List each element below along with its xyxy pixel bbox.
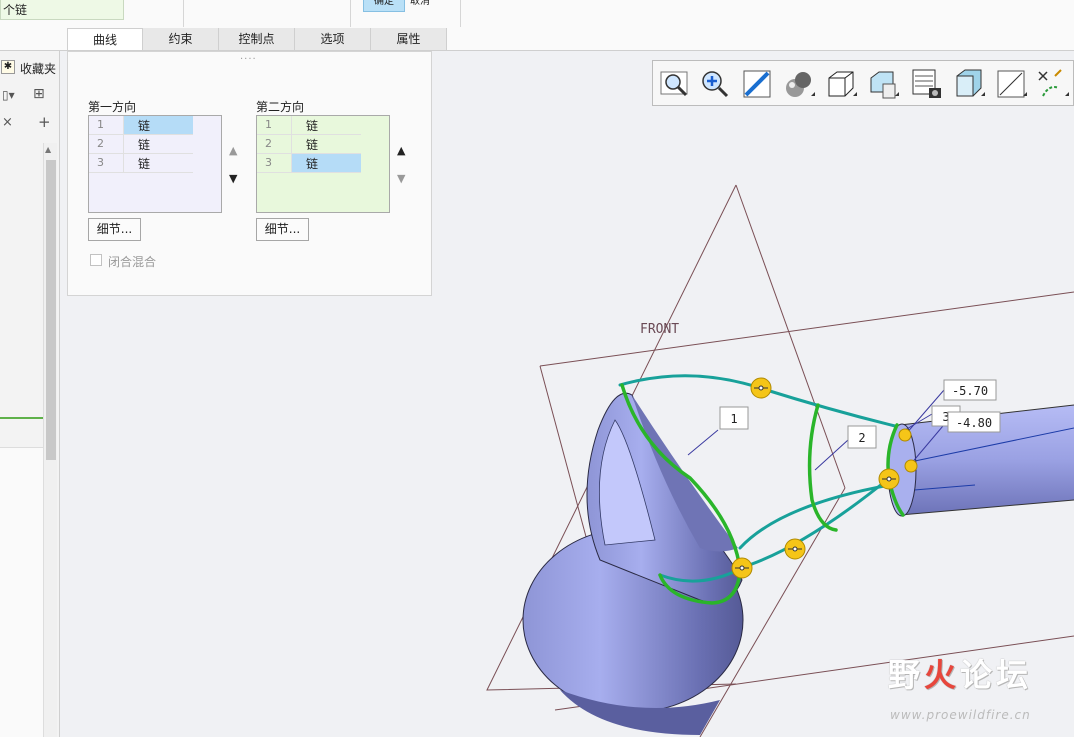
chain-dir2-bottom[interactable]	[738, 478, 889, 570]
handle-middle[interactable]	[878, 468, 900, 490]
watermark-title: 野火论坛	[888, 656, 1033, 694]
list-item[interactable]: 3 链	[89, 154, 193, 173]
svg-text:1: 1	[730, 412, 737, 426]
tab-options[interactable]: 选项	[295, 28, 371, 50]
tree-scrollbar[interactable]: ▲	[43, 143, 57, 737]
ribbon-bar: 个链 确定 取消 曲线 约束 控制点 选项 属性	[0, 0, 1074, 51]
first-direction-label: 第一方向	[88, 100, 137, 114]
chain-value: 链	[291, 154, 361, 172]
second-direction-label: 第二方向	[256, 100, 305, 114]
close-blend-checkbox[interactable]	[90, 254, 102, 266]
chain-value: 链	[123, 154, 193, 172]
close-blend-label: 闭合混合	[108, 255, 157, 269]
watermark-url: www.proewildfire.cn	[890, 708, 1031, 722]
forum-watermark: 野火论坛 www.proewildfire.cn	[885, 650, 1065, 730]
view-manager-icon[interactable]	[909, 66, 945, 102]
curves-panel: ···· 第一方向 第二方向 1 链 2 链 3 链 ▲ ▼ 1 链 2 链 3…	[67, 51, 432, 296]
add-icon[interactable]: +	[38, 113, 51, 131]
panel-grip[interactable]: ····	[240, 54, 257, 65]
tree-filter-icon[interactable]: ⊞	[33, 86, 45, 102]
list-item[interactable]: 3 链	[257, 154, 361, 173]
zoom-in-icon[interactable]	[697, 66, 733, 102]
reorient-icon[interactable]	[739, 66, 775, 102]
perspective-icon[interactable]	[993, 66, 1029, 102]
svg-text:2: 2	[858, 431, 865, 445]
tab-control-points[interactable]: 控制点	[219, 28, 295, 50]
favorites-label: 收藏夹	[20, 62, 57, 76]
list-item[interactable]: 2 链	[89, 135, 193, 154]
ribbon-divider	[460, 0, 461, 27]
section-icon[interactable]	[951, 66, 987, 102]
tree-lower-area	[0, 447, 43, 737]
shading-icon[interactable]	[781, 66, 817, 102]
chain-value: 链	[123, 135, 193, 153]
move-up-icon[interactable]: ▲	[397, 144, 405, 157]
chain-value: 链	[291, 116, 361, 134]
dimension-b[interactable]: -4.80	[947, 411, 1001, 433]
details-button-dir2[interactable]: 细节...	[256, 218, 309, 241]
chain-value: 链	[291, 135, 361, 153]
details-button-dir1[interactable]: 细节...	[88, 218, 141, 241]
datum-display-icon[interactable]	[1035, 66, 1071, 102]
move-down-icon[interactable]: ▼	[397, 172, 405, 185]
dimension-a[interactable]: -5.70	[943, 379, 997, 401]
move-up-icon[interactable]: ▲	[229, 144, 237, 157]
handle-bottom[interactable]	[784, 538, 806, 560]
tab-properties[interactable]: 属性	[371, 28, 447, 50]
handle-top[interactable]	[750, 377, 772, 399]
scroll-up-icon[interactable]: ▲	[45, 145, 51, 154]
display-style-icon[interactable]	[823, 66, 859, 102]
tree-highlight-line	[0, 417, 43, 419]
handle-lower[interactable]	[731, 557, 753, 579]
callout-1[interactable]: 1	[719, 406, 749, 430]
list-item[interactable]: 1 链	[89, 116, 193, 135]
tangency-point[interactable]	[904, 459, 918, 473]
move-down-icon[interactable]: ▼	[229, 172, 237, 185]
svg-text:-5.70: -5.70	[952, 384, 988, 398]
ribbon-divider	[183, 0, 184, 27]
second-direction-list[interactable]: 1 链 2 链 3 链	[256, 115, 390, 213]
callout-2[interactable]: 2	[847, 425, 877, 449]
tab-curves[interactable]: 曲线	[67, 28, 143, 50]
tab-bar: 曲线 约束 控制点 选项 属性	[67, 28, 447, 50]
folder-icon[interactable]: ▯▾	[2, 88, 15, 102]
first-direction-list[interactable]: 1 链 2 链 3 链	[88, 115, 222, 213]
list-item[interactable]: 2 链	[257, 135, 361, 154]
chain-value: 链	[123, 116, 193, 134]
saved-views-icon[interactable]	[865, 66, 901, 102]
ok-button[interactable]: 确定	[363, 0, 405, 12]
view-toolbar	[652, 60, 1074, 106]
close-icon[interactable]: ×	[2, 115, 13, 130]
list-item[interactable]: 1 链	[257, 116, 361, 135]
chain-summary[interactable]: 个链	[0, 0, 124, 20]
front-plane-label: FRONT	[640, 322, 679, 337]
tangency-point[interactable]	[898, 428, 912, 442]
ribbon-divider	[350, 0, 351, 27]
favorites-icon: ✱	[1, 60, 15, 74]
svg-text:-4.80: -4.80	[956, 416, 992, 430]
zoom-fit-icon[interactable]	[657, 66, 693, 102]
tab-constraints[interactable]: 约束	[143, 28, 219, 50]
cancel-button[interactable]: 取消	[410, 0, 450, 12]
favorites-item[interactable]: ✱ 收藏夹	[0, 58, 60, 78]
scroll-thumb[interactable]	[46, 160, 56, 460]
